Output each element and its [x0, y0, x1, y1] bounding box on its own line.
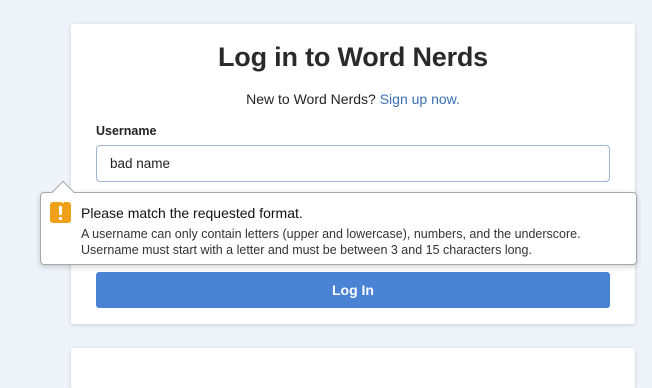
secondary-card — [71, 348, 635, 388]
username-label: Username — [96, 124, 157, 138]
page-title: Log in to Word Nerds — [218, 42, 488, 72]
login-card: Log in to Word Nerds New to Word Nerds? … — [71, 24, 635, 324]
login-button[interactable]: Log In — [96, 272, 610, 308]
signup-prompt: New to Word Nerds? Sign up now. — [71, 91, 635, 107]
tooltip-line-1: A username can only contain letters (upp… — [81, 227, 581, 241]
username-input[interactable] — [96, 145, 610, 182]
signup-prefix-text: New to Word Nerds? — [246, 91, 380, 107]
tooltip-message: A username can only contain letters (upp… — [81, 226, 631, 258]
warning-icon — [50, 202, 71, 223]
validation-tooltip: Please match the requested format. A use… — [40, 192, 637, 265]
signup-link[interactable]: Sign up now. — [380, 91, 460, 107]
tooltip-heading: Please match the requested format. — [81, 205, 303, 221]
tooltip-line-2: Username must start with a letter and mu… — [81, 243, 532, 257]
